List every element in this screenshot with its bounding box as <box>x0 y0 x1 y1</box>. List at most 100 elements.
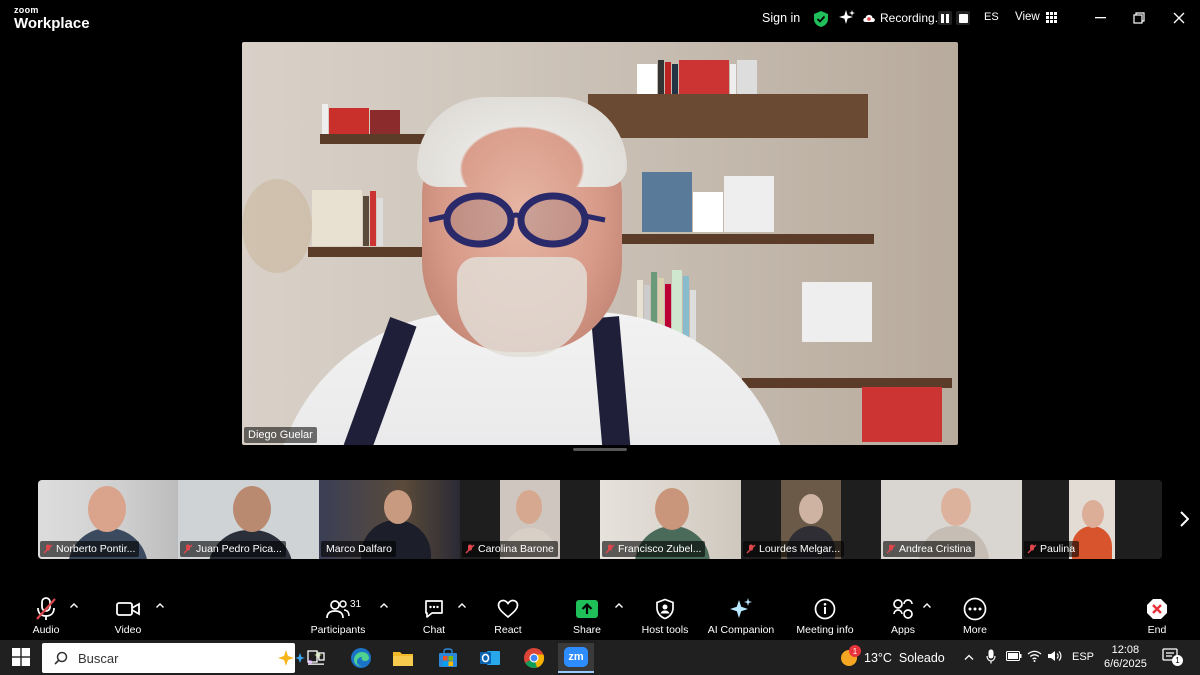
participant-name: Paulina <box>1024 541 1080 557</box>
chevron-up-icon <box>70 602 78 608</box>
bookshelf <box>588 94 868 138</box>
clock-time: 12:08 <box>1111 644 1140 656</box>
participant-name-text: Andrea Cristina <box>899 543 972 555</box>
participant-face <box>655 488 689 530</box>
bookshelf <box>612 234 874 244</box>
participant-tile[interactable]: Andrea Cristina <box>881 480 1022 559</box>
keyboard-language[interactable]: ESP <box>1072 651 1094 663</box>
notifications-button[interactable]: 1 <box>1162 647 1183 667</box>
show-hidden-icons-button[interactable] <box>964 651 974 663</box>
chat-options-caret[interactable] <box>457 600 467 610</box>
participant-tile[interactable]: Lourdes Melgar... <box>741 480 881 559</box>
pause-recording-button[interactable] <box>938 11 952 25</box>
participant-tile[interactable]: Juan Pedro Pica... <box>178 480 319 559</box>
sign-in-button[interactable]: Sign in <box>762 11 800 25</box>
wifi-tray-icon[interactable] <box>1027 650 1042 665</box>
video-button[interactable]: Video <box>108 590 148 638</box>
apps-button[interactable]: Apps <box>888 590 918 638</box>
participant-name: Lourdes Melgar... <box>743 541 845 557</box>
more-button[interactable]: More <box>960 590 990 638</box>
battery-tray-icon[interactable] <box>1006 651 1022 664</box>
gallery-next-button[interactable] <box>1176 509 1192 529</box>
muted-mic-icon <box>1027 544 1037 554</box>
edge-browser-app[interactable] <box>343 643 379 673</box>
apps-icon <box>893 599 913 619</box>
video-resize-handle[interactable] <box>573 448 627 451</box>
muted-mic-icon <box>36 597 56 620</box>
share-options-caret[interactable] <box>614 600 624 610</box>
shield-icon <box>656 598 674 620</box>
active-speaker-video[interactable]: Diego Guelar <box>242 42 958 445</box>
chrome-app[interactable] <box>516 643 552 673</box>
sparkle-icon <box>730 598 752 618</box>
books <box>322 104 401 134</box>
search-placeholder: Buscar <box>78 650 119 666</box>
muted-mic-icon <box>605 544 615 554</box>
security-shield-icon[interactable] <box>813 10 829 33</box>
host-tools-button[interactable]: Host tools <box>638 590 692 638</box>
restore-window-button[interactable] <box>1129 8 1149 28</box>
audio-options-caret[interactable] <box>69 600 79 610</box>
participant-tile[interactable]: Francisco Zubel... <box>600 480 741 559</box>
participant-name: Norberto Pontir... <box>40 541 140 557</box>
close-window-button[interactable] <box>1169 8 1189 28</box>
title-bar: zoom Workplace Sign in Recording... ES V… <box>0 0 1200 38</box>
recording-label: Recording... <box>880 11 945 25</box>
chat-button[interactable]: Chat <box>418 590 450 638</box>
participant-tile[interactable]: Norberto Pontir... <box>38 480 178 559</box>
file-explorer-app[interactable] <box>385 643 421 673</box>
grid-icon <box>1045 11 1057 23</box>
participants-options-caret[interactable] <box>379 600 389 610</box>
windows-taskbar: Buscar zm 1 13°C Soleado ESP 12:08 6/6/2… <box>0 640 1200 675</box>
outlook-app[interactable] <box>472 643 508 673</box>
participants-button[interactable]: Participants <box>306 590 370 638</box>
participants-icon <box>326 600 350 619</box>
participant-name: Francisco Zubel... <box>602 541 706 557</box>
stop-recording-button[interactable] <box>956 11 970 25</box>
language-button[interactable]: ES <box>984 11 999 23</box>
muted-mic-icon <box>465 544 475 554</box>
task-view-button[interactable] <box>298 643 334 673</box>
audio-button[interactable]: Audio <box>28 590 64 638</box>
search-icon <box>54 651 68 665</box>
participant-face <box>384 490 412 524</box>
heart-icon <box>497 599 519 619</box>
zoom-app[interactable]: zm <box>558 643 594 673</box>
start-button[interactable] <box>12 648 30 671</box>
system-clock[interactable]: 12:08 6/6/2025 <box>1104 643 1147 671</box>
weather-widget[interactable]: 1 13°C Soleado <box>840 645 945 667</box>
view-button[interactable]: View <box>1015 11 1057 23</box>
participant-tile[interactable]: Carolina Barone <box>460 480 600 559</box>
participant-face <box>941 488 971 526</box>
volume-tray-icon[interactable] <box>1047 650 1062 665</box>
edge-icon <box>351 648 371 668</box>
apps-options-caret[interactable] <box>922 600 932 610</box>
taskbar-search-box[interactable]: Buscar <box>42 643 322 673</box>
microsoft-store-app[interactable] <box>430 643 466 673</box>
participant-face <box>1082 500 1104 528</box>
notification-count: 1 <box>1172 655 1183 666</box>
video-options-caret[interactable] <box>155 600 165 610</box>
participant-tile[interactable]: Marco Dalfaro <box>319 480 460 559</box>
mic-icon <box>986 649 996 664</box>
participant-name-text: Norberto Pontir... <box>56 543 136 555</box>
share-button[interactable]: Share <box>570 590 604 638</box>
microphone-tray-icon[interactable] <box>986 649 996 667</box>
meeting-info-button[interactable]: Meeting info <box>794 590 856 638</box>
end-meeting-button[interactable]: End <box>1142 590 1172 638</box>
view-label: View <box>1015 11 1040 23</box>
muted-mic-icon <box>746 544 756 554</box>
share-label: Share <box>572 624 602 636</box>
ai-companion-button[interactable]: AI Companion <box>706 590 776 638</box>
ai-sparkle-icon[interactable] <box>838 9 856 32</box>
participant-tile[interactable]: Paulina <box>1022 480 1162 559</box>
minimize-window-button[interactable] <box>1090 8 1110 28</box>
end-x-icon <box>1147 599 1167 619</box>
share-screen-icon <box>576 600 598 618</box>
zoom-logo: zoom Workplace <box>14 6 90 32</box>
end-label: End <box>1147 624 1167 636</box>
participant-name: Andrea Cristina <box>883 541 976 557</box>
react-button[interactable]: React <box>490 590 526 638</box>
participant-name: Marco Dalfaro <box>321 541 396 557</box>
store-bag-icon <box>439 648 457 667</box>
